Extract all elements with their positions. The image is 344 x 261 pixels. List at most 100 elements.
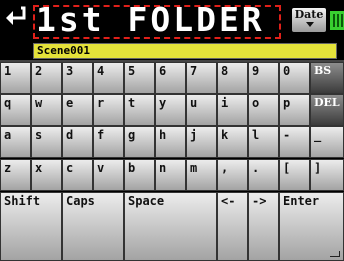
return-arrow-icon[interactable] (3, 5, 29, 27)
key-char[interactable]: 1 (0, 62, 31, 94)
key-label: n (159, 161, 167, 175)
key-char[interactable]: 8 (217, 62, 248, 94)
key-char[interactable]: g (124, 126, 155, 158)
key-char[interactable]: s (31, 126, 62, 158)
key-char[interactable]: p (279, 94, 310, 126)
key-char[interactable]: n (155, 159, 186, 191)
key-label: x (35, 161, 43, 175)
key-label: g (128, 128, 136, 142)
key-label: y (159, 96, 167, 110)
key-label: 0 (283, 64, 291, 78)
key-char[interactable]: [ (279, 159, 310, 191)
key-char[interactable]: . (248, 159, 279, 191)
key-char[interactable]: y (155, 94, 186, 126)
key-label: -> (252, 194, 267, 208)
enter-key[interactable]: Enter (279, 192, 344, 261)
shift-key[interactable]: Shift (0, 192, 62, 261)
key-label: d (66, 128, 74, 142)
key-label: t (128, 96, 136, 110)
key-label: Space (128, 194, 165, 208)
key-label: l (252, 128, 260, 142)
key-label: r (97, 96, 105, 110)
key-char[interactable]: f (93, 126, 124, 158)
key-label: b (128, 161, 136, 175)
key-char[interactable]: 0 (279, 62, 310, 94)
key-char[interactable]: m (186, 159, 217, 191)
key-label: p (283, 96, 291, 110)
key-label: BS (314, 64, 332, 77)
key-label: w (35, 96, 43, 110)
key-char[interactable]: , (217, 159, 248, 191)
key-label: 5 (128, 64, 136, 78)
key-char[interactable]: 4 (93, 62, 124, 94)
key-char[interactable]: - (279, 126, 310, 158)
key-label: Enter (283, 194, 320, 208)
key-char[interactable]: 5 (124, 62, 155, 94)
key-char[interactable]: l (248, 126, 279, 158)
key-label: c (66, 161, 74, 175)
key-char[interactable]: h (155, 126, 186, 158)
name-input[interactable]: Scene001 (33, 43, 337, 59)
key-char[interactable]: 7 (186, 62, 217, 94)
key-char[interactable]: q (0, 94, 31, 126)
key-label: 8 (221, 64, 229, 78)
key-char[interactable]: a (0, 126, 31, 158)
key-backspace[interactable]: BS (310, 62, 344, 94)
key-char[interactable]: e (62, 94, 93, 126)
key-label: Caps (66, 194, 95, 208)
key-char[interactable]: z (0, 159, 31, 191)
key-label: o (252, 96, 260, 110)
key-label: 2 (35, 64, 43, 78)
key-label: a (4, 128, 12, 142)
key-label: _ (314, 128, 322, 142)
key-label: u (190, 96, 198, 110)
key-label: k (221, 128, 229, 142)
key-label: ] (314, 161, 322, 175)
date-button[interactable]: Date (292, 8, 326, 32)
key-label: - (283, 128, 291, 142)
key-char[interactable]: _ (310, 126, 344, 158)
key-label: . (252, 161, 260, 175)
date-button-label: Date (294, 8, 324, 21)
key-label: [ (283, 161, 291, 175)
key-label: 7 (190, 64, 198, 78)
chevron-down-icon (306, 22, 314, 27)
key-char[interactable]: 3 (62, 62, 93, 94)
key-label: j (190, 128, 198, 142)
key-label: 4 (97, 64, 105, 78)
key-label: v (97, 161, 105, 175)
key-label: e (66, 96, 74, 110)
key-char[interactable]: i (217, 94, 248, 126)
key-label: <- (221, 194, 236, 208)
key-label: DEL (314, 96, 340, 109)
key-char[interactable]: 2 (31, 62, 62, 94)
key-char[interactable]: c (62, 159, 93, 191)
key-delete[interactable]: DEL (310, 94, 344, 126)
key-char[interactable]: u (186, 94, 217, 126)
key-char[interactable]: r (93, 94, 124, 126)
key-char[interactable]: b (124, 159, 155, 191)
key-label: i (221, 96, 229, 110)
cursor-left-key[interactable]: <- (217, 192, 248, 261)
key-char[interactable]: ] (310, 159, 344, 191)
key-char[interactable]: w (31, 94, 62, 126)
cursor-right-key[interactable]: -> (248, 192, 279, 261)
key-char[interactable]: o (248, 94, 279, 126)
key-char[interactable]: j (186, 126, 217, 158)
folder-title: 1st FOLDER (36, 0, 265, 39)
space-key[interactable]: Space (124, 192, 217, 261)
key-char[interactable]: v (93, 159, 124, 191)
caps-key[interactable]: Caps (62, 192, 124, 261)
key-char[interactable]: d (62, 126, 93, 158)
key-char[interactable]: t (124, 94, 155, 126)
key-char[interactable]: x (31, 159, 62, 191)
key-label: q (4, 96, 12, 110)
key-label: s (35, 128, 43, 142)
key-char[interactable]: 9 (248, 62, 279, 94)
key-label: z (4, 161, 12, 175)
key-label: 1 (4, 64, 12, 78)
key-char[interactable]: k (217, 126, 248, 158)
enter-icon (330, 251, 340, 257)
key-label: f (97, 128, 105, 142)
key-char[interactable]: 6 (155, 62, 186, 94)
